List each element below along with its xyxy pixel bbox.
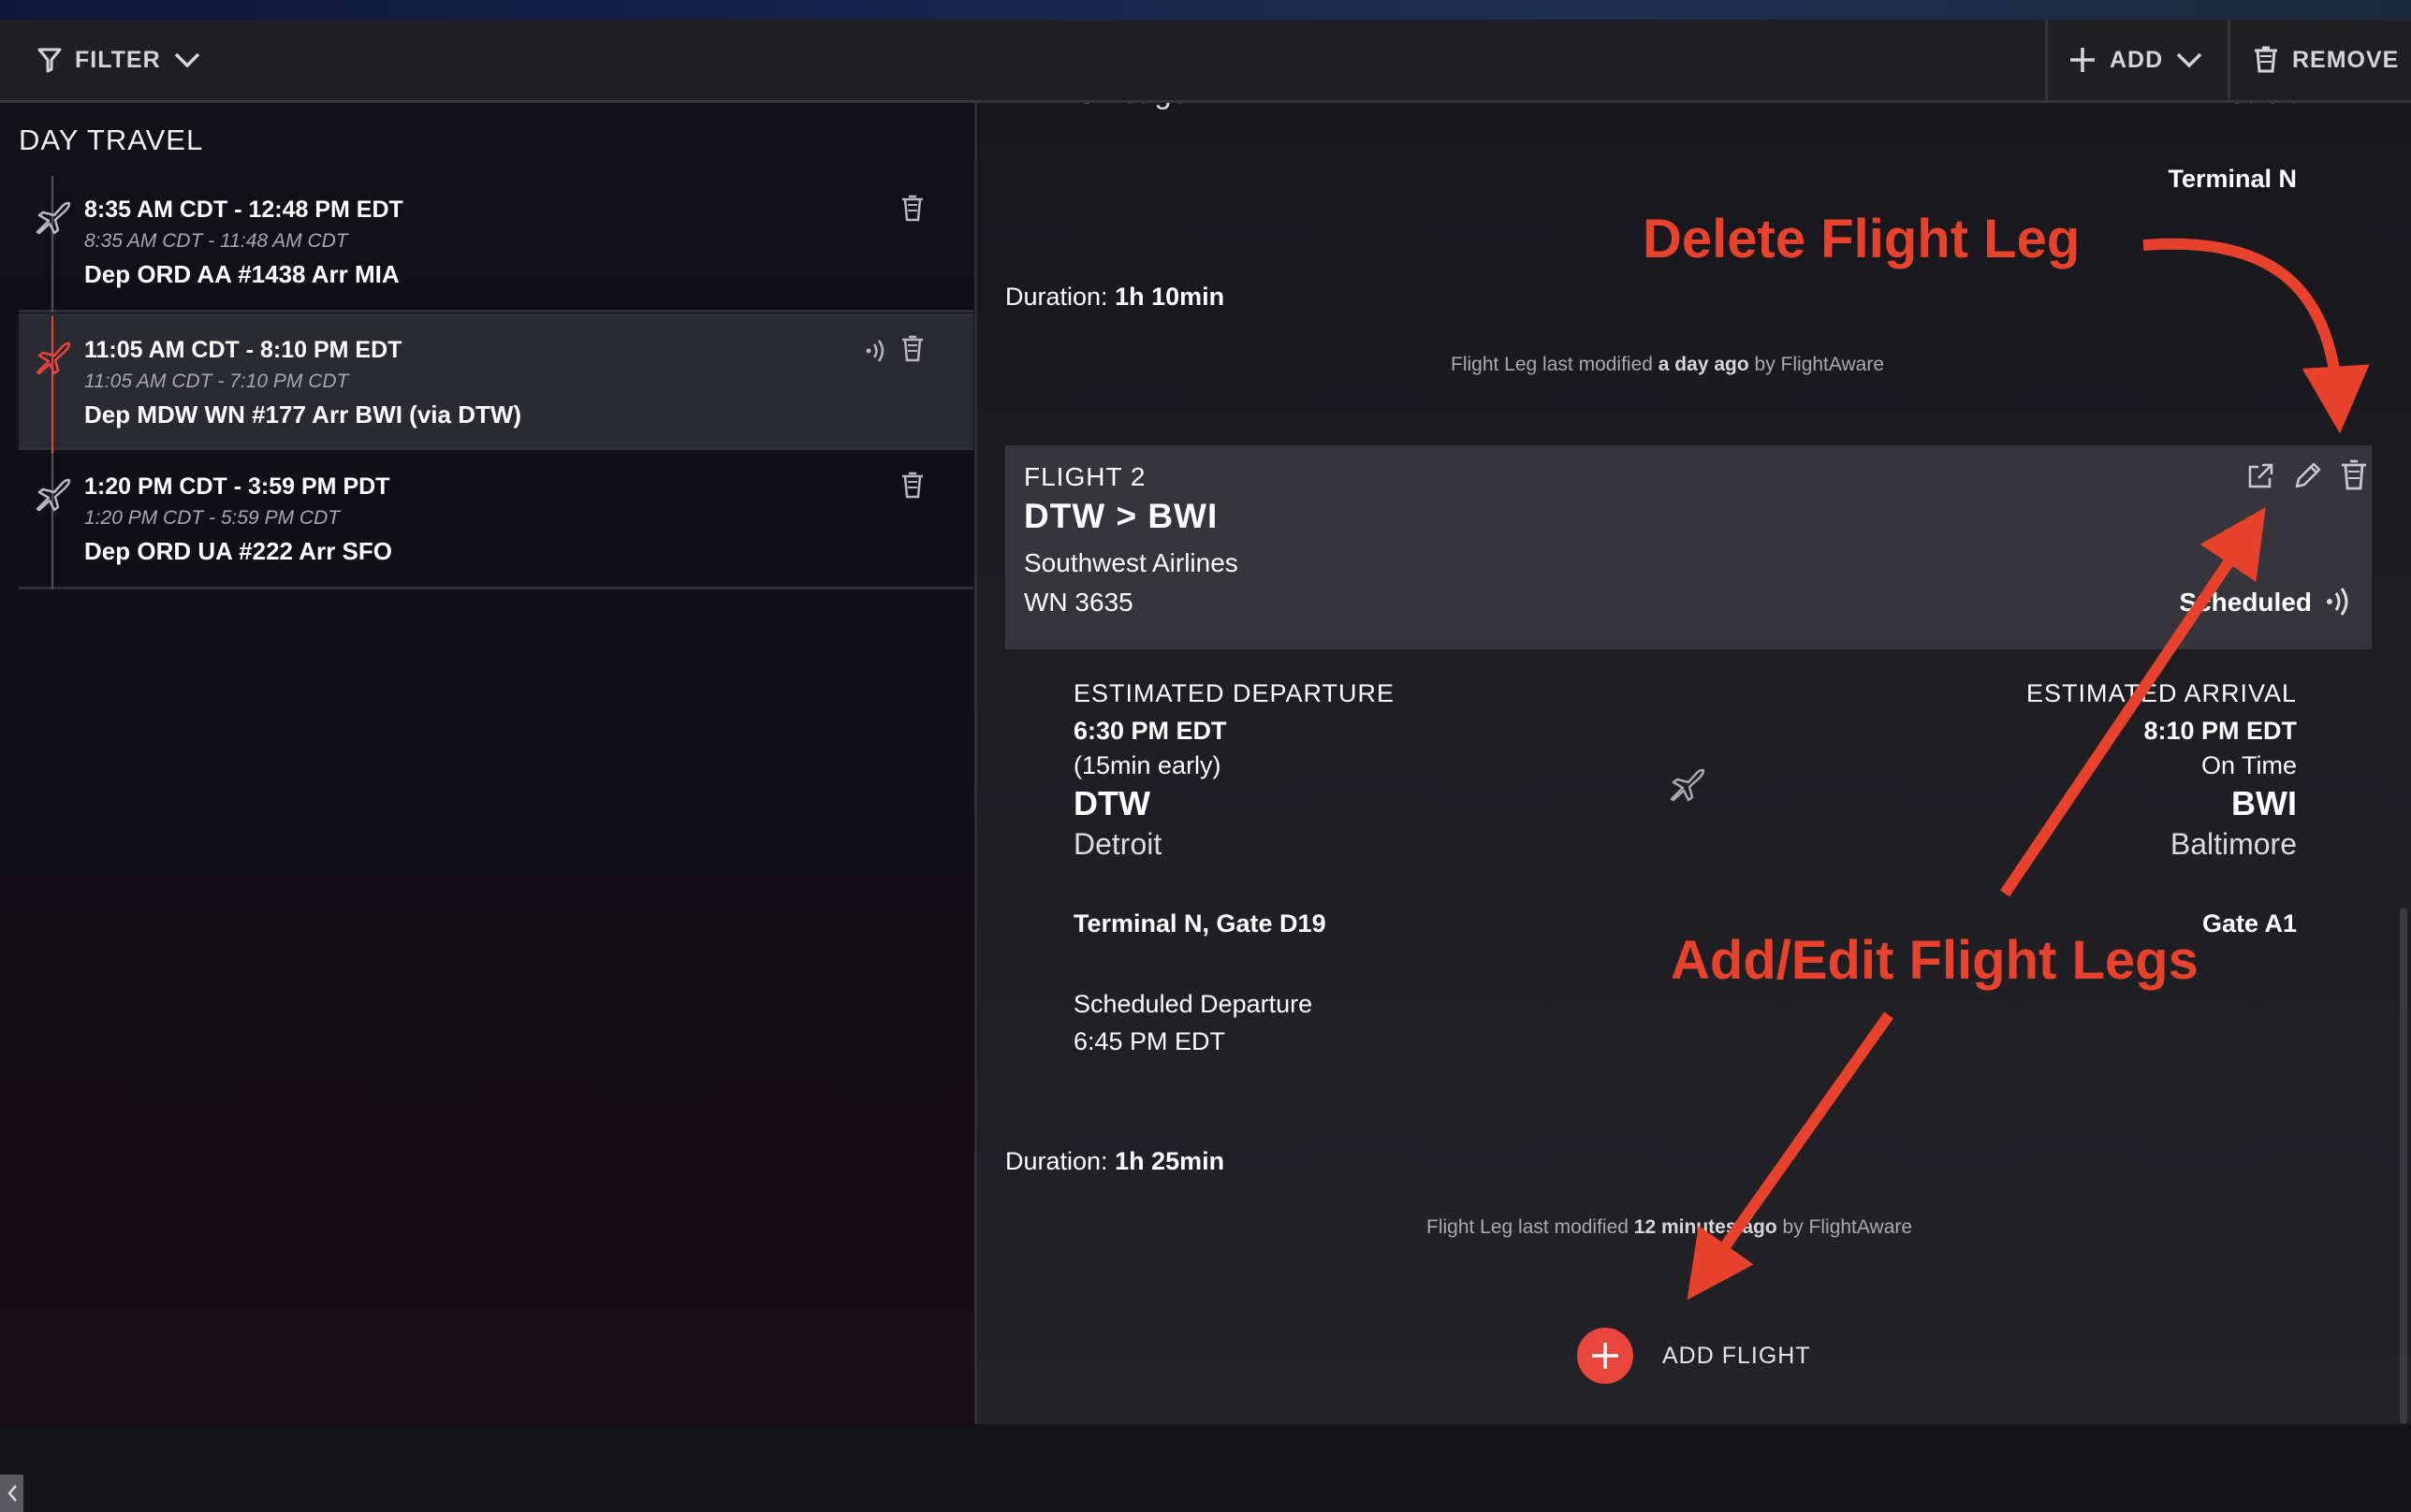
annotation-arrows: [1687, 238, 2370, 1301]
arrow-to-edit-icon: [2000, 507, 2266, 897]
collapse-panel-button[interactable]: [0, 1475, 23, 1512]
chevron-left-icon: [7, 1484, 18, 1503]
arrow-to-delete-icon: [2142, 238, 2370, 434]
arrow-to-add-flight: [1687, 1011, 1893, 1301]
